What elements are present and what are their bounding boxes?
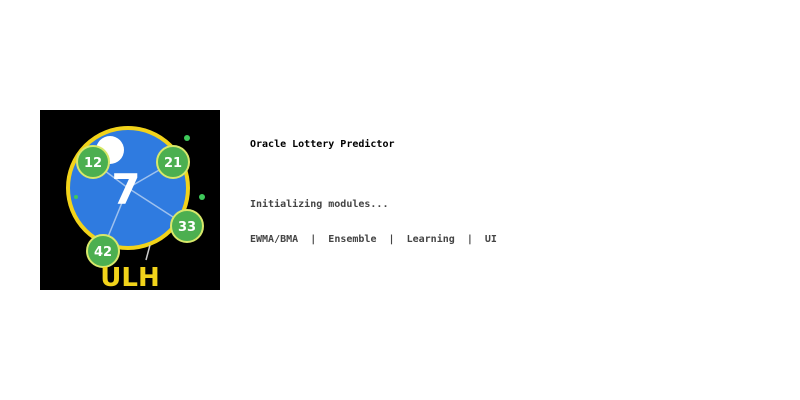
app-title: Oracle Lottery Predictor [250,139,395,150]
lottery-ball-logo-icon: 7 12 21 33 42 ULH [66,126,205,290]
module-separator: | [310,234,317,245]
app-logo: 7 12 21 33 42 ULH [40,110,220,290]
center-number: 7 [111,165,140,214]
ball-label: 12 [84,156,102,171]
module-ensemble: Ensemble [328,234,377,245]
ball-label: 42 [94,245,112,260]
spark-dot [74,195,78,199]
ball-21: 21 [156,145,190,179]
spark-dot [199,194,205,200]
module-ewma-bma: EWMA/BMA [250,234,299,245]
module-learning: Learning [406,234,455,245]
connector-line [145,244,151,261]
splash-screen: 7 12 21 33 42 ULH Oracle Lottery Predict… [0,0,800,400]
module-separator: | [388,234,395,245]
spark-dot [184,135,190,141]
loading-status: Initializing modules... [250,199,389,210]
module-separator: | [466,234,473,245]
module-ui: UI [484,234,497,245]
ball-label: 33 [178,220,196,235]
module-list: EWMA/BMA | Ensemble | Learning | UI [250,234,497,245]
ball-12: 12 [76,145,110,179]
ball-33: 33 [170,209,204,243]
ball-label: 21 [164,156,182,171]
logo-wordmark: ULH [100,263,159,290]
